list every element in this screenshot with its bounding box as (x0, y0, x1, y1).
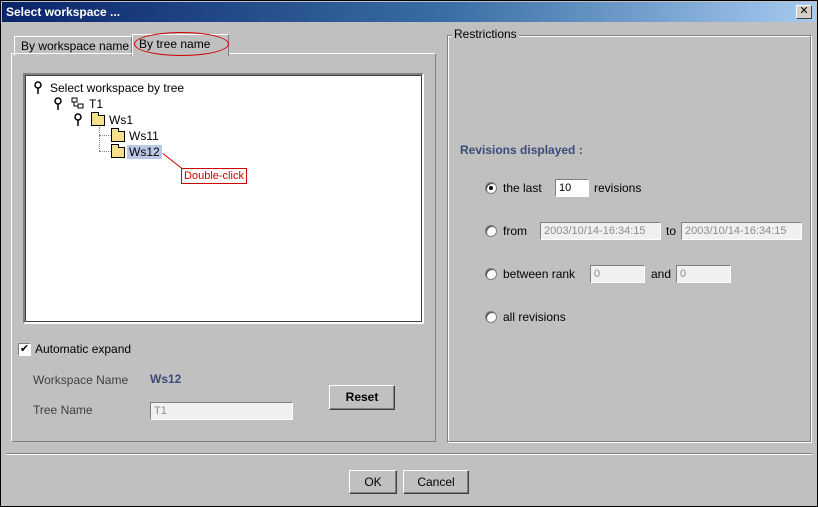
rank-from-input[interactable]: 0 (590, 265, 645, 283)
tree-node-label: Select workspace by tree (50, 81, 185, 95)
tree-node-label: T1 (89, 97, 104, 111)
folder-icon (111, 144, 125, 158)
revisions-heading: Revisions displayed : (460, 143, 583, 157)
tree-node-label: Ws12 (127, 145, 162, 159)
workspace-tree[interactable] (23, 73, 424, 324)
select-workspace-dialog: Select workspace ... ✕ By workspace name… (0, 0, 818, 507)
tree-connector (99, 135, 111, 136)
dialog-title: Select workspace ... (6, 5, 121, 19)
to-date-input[interactable]: 2003/10/14-16:34:15 (681, 222, 802, 240)
tree-node-ws12[interactable]: Ws12 (127, 144, 162, 160)
close-icon: ✕ (799, 5, 809, 17)
to-label: to (666, 224, 677, 238)
tree-node-label: Ws11 (129, 129, 159, 143)
workspace-name-value: Ws12 (150, 372, 182, 386)
footer-separator (6, 453, 812, 455)
ok-button[interactable]: OK (349, 470, 397, 494)
rank-and-label: and (651, 267, 672, 281)
radio-last[interactable] (485, 182, 497, 194)
revisions-suffix: revisions (594, 181, 642, 195)
radio-between-rank-label: between rank (503, 267, 576, 281)
tree-node-ws1[interactable]: Ws1 (109, 112, 133, 128)
last-count-input[interactable]: 10 (555, 179, 589, 197)
tree-connector (99, 151, 111, 152)
t1-pin-icon (54, 97, 62, 110)
tree-node-ws11[interactable]: Ws11 (129, 128, 159, 144)
tab-label: By workspace name (21, 39, 130, 53)
tab-highlight-annotation (134, 32, 229, 56)
tree-node-t1[interactable]: T1 (89, 96, 103, 112)
check-mark-icon: ✔ (19, 343, 30, 355)
tree-node-root[interactable]: Select workspace by tree (50, 80, 184, 96)
folder-icon (91, 112, 105, 126)
double-click-callout: Double-click (181, 168, 247, 184)
from-date-input[interactable]: 2003/10/14-16:34:15 (540, 222, 661, 240)
auto-expand-checkbox[interactable]: ✔ (18, 343, 31, 356)
folder-icon (111, 128, 125, 142)
tree-name-label: Tree Name (33, 403, 93, 417)
ws1-pin-icon (74, 113, 82, 126)
radio-from-label: from (503, 224, 527, 238)
rank-to-input[interactable]: 0 (676, 265, 731, 283)
tree-structure-icon (71, 97, 84, 109)
tree-name-field[interactable]: T1 (150, 402, 293, 420)
auto-expand-label: Automatic expand (35, 342, 132, 356)
tree-connector (99, 127, 100, 151)
close-button[interactable]: ✕ (796, 5, 812, 19)
radio-all-revisions-label: all revisions (503, 310, 566, 324)
cancel-button[interactable]: Cancel (403, 470, 469, 494)
tree-node-label: Ws1 (109, 113, 133, 127)
title-bar[interactable]: Select workspace ... ✕ (2, 2, 816, 22)
root-pin-icon (34, 81, 42, 94)
radio-from[interactable] (485, 225, 497, 237)
workspace-name-label: Workspace Name (33, 373, 129, 387)
radio-last-label: the last (503, 181, 542, 195)
radio-between-rank[interactable] (485, 268, 497, 280)
restrictions-title: Restrictions (452, 27, 519, 41)
radio-all-revisions[interactable] (485, 311, 497, 323)
reset-button[interactable]: Reset (329, 385, 395, 410)
